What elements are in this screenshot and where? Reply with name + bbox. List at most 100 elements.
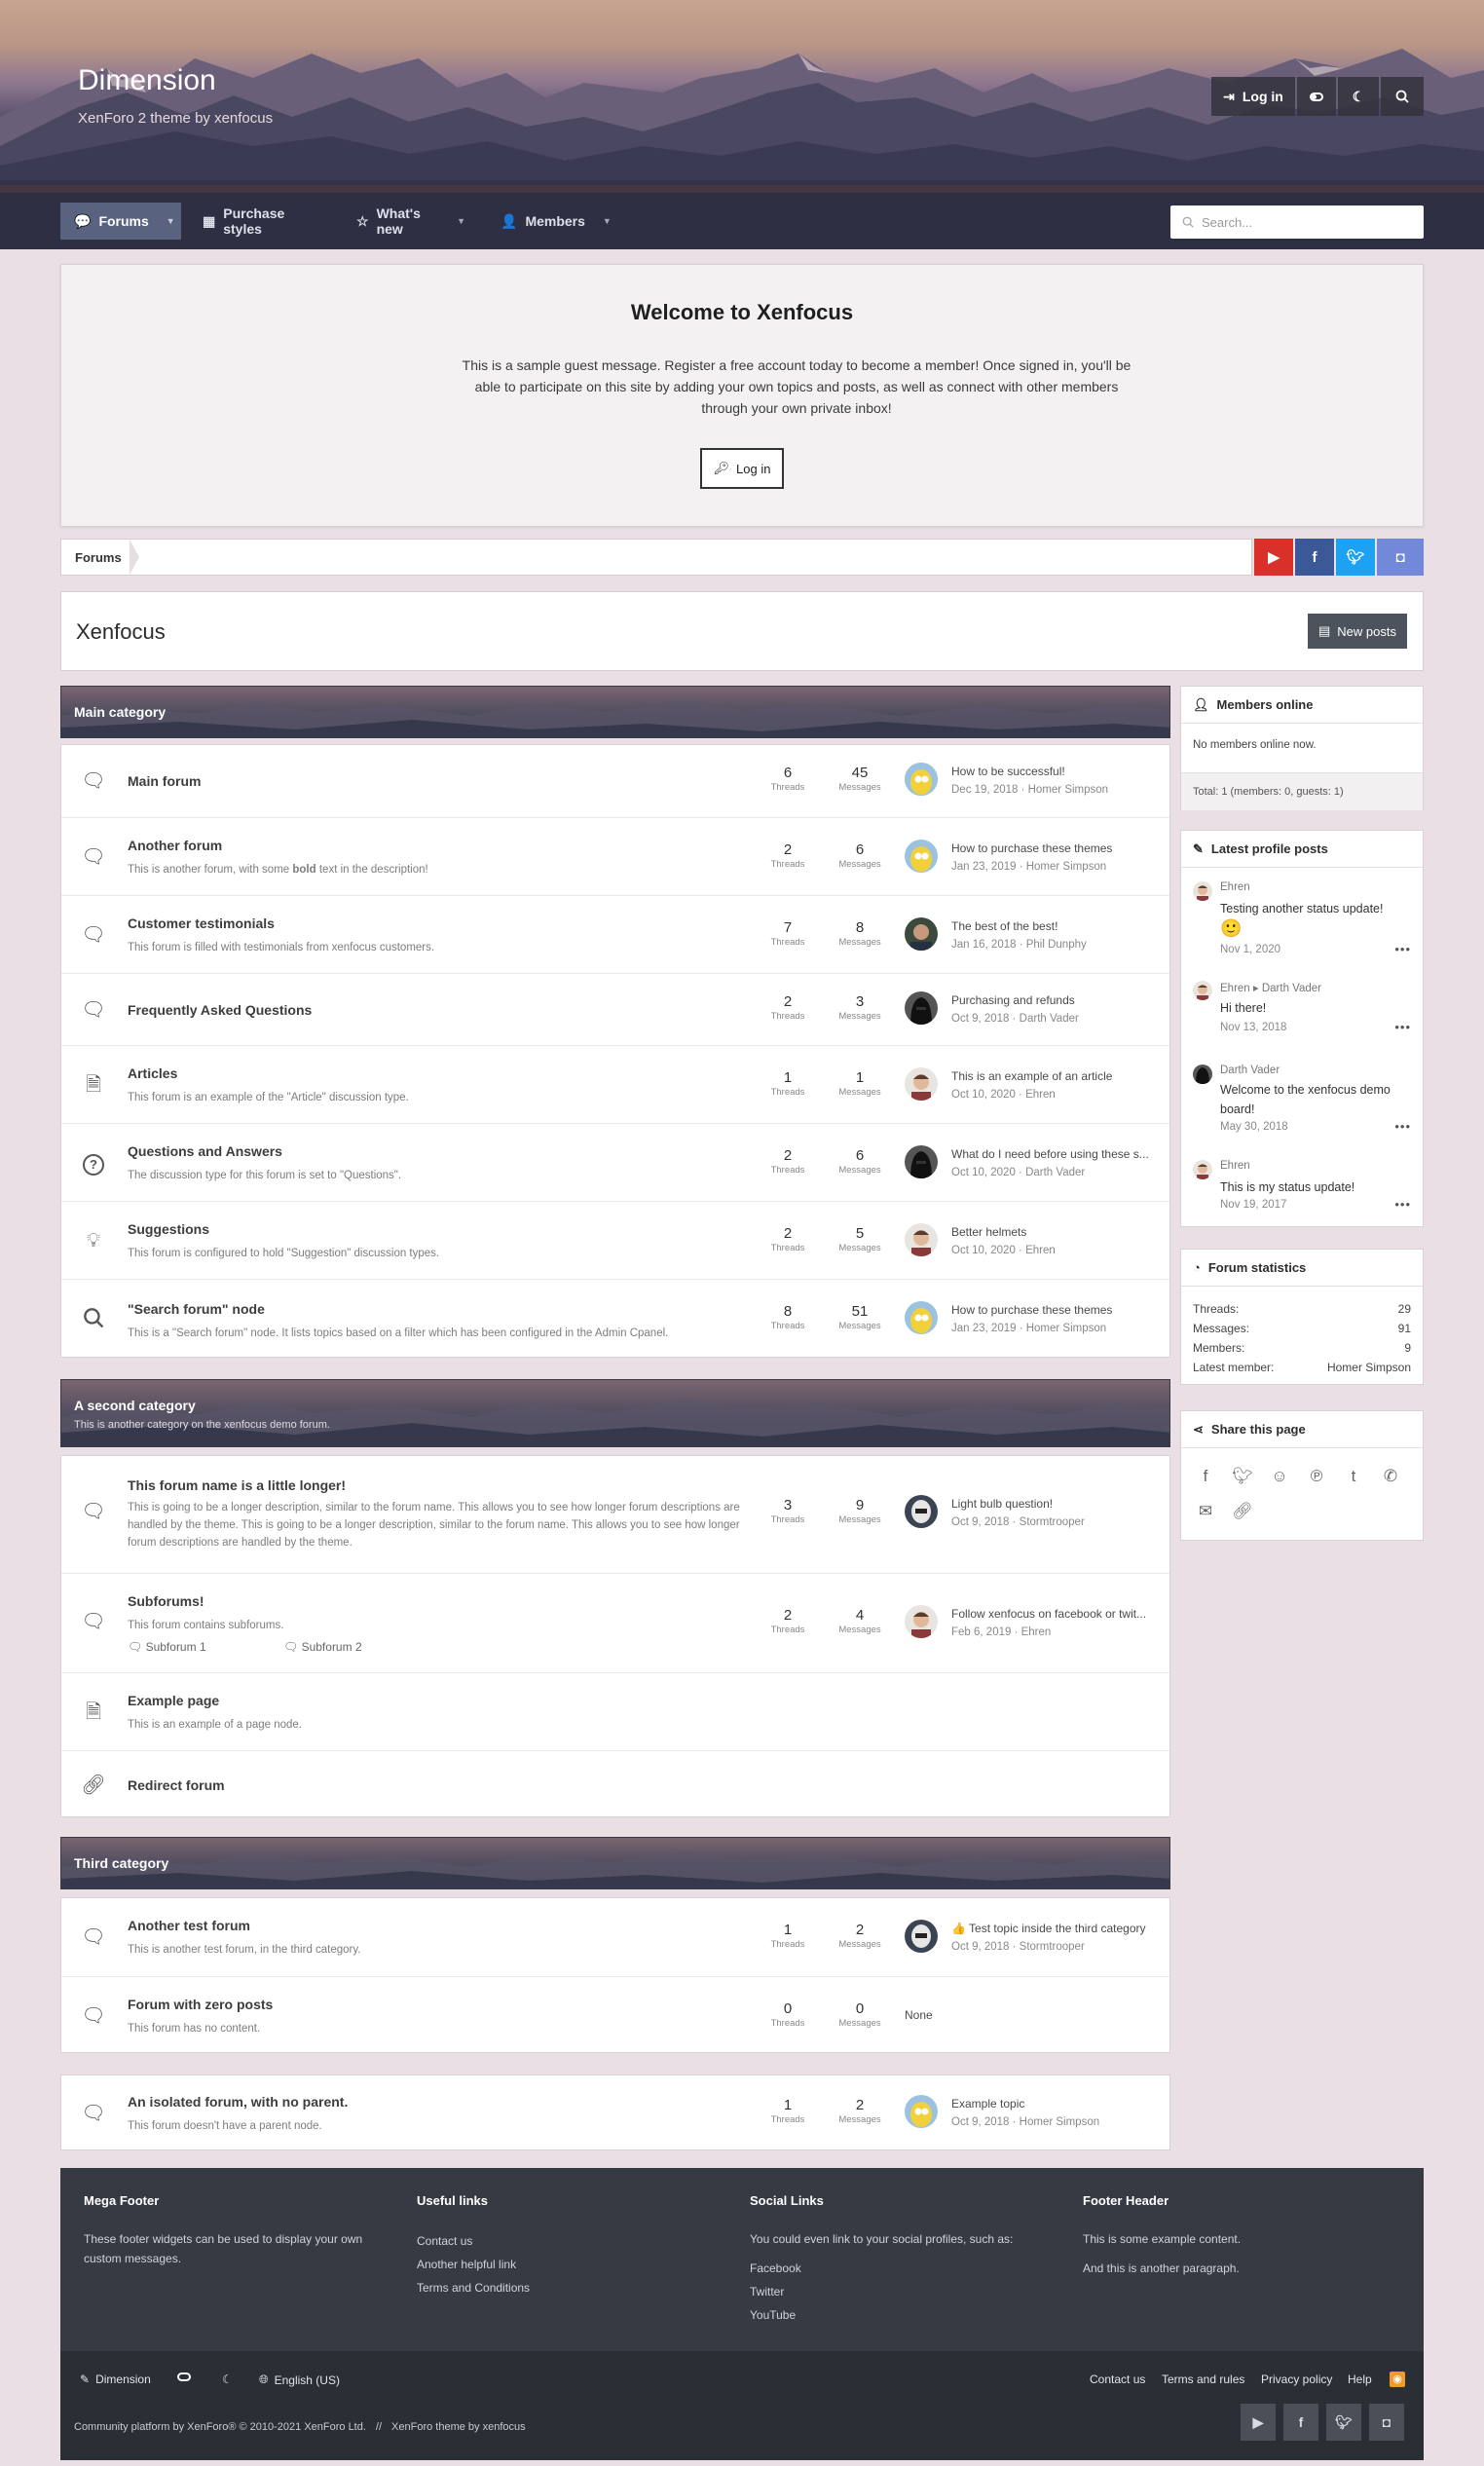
avatar[interactable] xyxy=(1193,1160,1212,1179)
avatar[interactable] xyxy=(905,1920,938,1953)
style-chooser[interactable]: ✎ Dimension xyxy=(80,2373,151,2386)
last-post-title[interactable]: What do I need before using these s... xyxy=(951,1147,1161,1161)
last-post-title[interactable]: Light bulb question! xyxy=(951,1497,1161,1511)
node-isolated-forum[interactable]: 🗨︎ An isolated forum, with no parent. Th… xyxy=(61,2075,1169,2151)
avatar[interactable] xyxy=(905,1605,938,1638)
footer-link[interactable]: Terms and Conditions xyxy=(417,2276,728,2299)
profile-post-author[interactable]: Ehren xyxy=(1220,1160,1250,1172)
last-post-meta[interactable]: Oct 9, 2018 · Darth Vader xyxy=(951,1013,1079,1025)
tab-purchase-styles[interactable]: ▦ Purchase styles xyxy=(189,203,335,240)
footer-link[interactable]: Contact us xyxy=(417,2229,728,2253)
more-options-icon[interactable]: ••• xyxy=(1394,1020,1411,1034)
footer-youtube-button[interactable]: ▶ xyxy=(1241,2404,1276,2441)
last-post-meta[interactable]: Oct 9, 2018 · Stormtrooper xyxy=(951,1941,1085,1953)
widget-title[interactable]: Members online xyxy=(1217,697,1314,712)
node-title[interactable]: Another forum xyxy=(128,838,222,853)
node-title[interactable]: Questions and Answers xyxy=(128,1143,282,1159)
node-zero-posts[interactable]: 🗨︎ Forum with zero posts This forum has … xyxy=(61,1976,1169,2054)
node-main-forum[interactable]: 🗨︎ Main forum 6 Threads 45 Messages How to… xyxy=(61,745,1169,817)
last-post-title[interactable]: How to purchase these themes xyxy=(951,1303,1161,1317)
avatar[interactable] xyxy=(1193,1065,1212,1084)
avatar[interactable] xyxy=(905,2095,938,2128)
facebook-button[interactable]: f xyxy=(1295,539,1334,576)
dark-mode-button[interactable]: ☾ xyxy=(1338,77,1379,116)
avatar[interactable] xyxy=(1193,981,1212,1000)
last-post-meta[interactable]: Oct 10, 2020 · Ehren xyxy=(951,1089,1056,1101)
category-header-second[interactable]: A second category This is another catego… xyxy=(60,1379,1170,1447)
node-title[interactable]: Redirect forum xyxy=(128,1777,225,1793)
avatar[interactable] xyxy=(905,1495,938,1528)
footer-dark-mode-button[interactable]: ☾ xyxy=(222,2373,233,2386)
breadcrumb-forums[interactable]: Forums xyxy=(75,550,122,565)
profile-post-date[interactable]: Nov 13, 2018 xyxy=(1220,1022,1286,1033)
node-longer-name[interactable]: 🗨︎ This forum name is a little longer! T… xyxy=(61,1456,1169,1573)
chevron-down-icon[interactable]: ▼ xyxy=(603,216,612,226)
avatar[interactable] xyxy=(905,1067,938,1101)
node-questions-and-answers[interactable]: ? Questions and Answers The discussion t… xyxy=(61,1123,1169,1201)
last-post-title[interactable]: 👍 Test topic inside the third category xyxy=(951,1922,1161,1935)
node-title[interactable]: Example page xyxy=(128,1693,219,1708)
node-title[interactable]: Another test forum xyxy=(128,1918,250,1933)
node-title[interactable]: Frequently Asked Questions xyxy=(128,1002,312,1018)
avatar[interactable] xyxy=(905,1145,938,1178)
category-header-third[interactable]: Third category xyxy=(60,1837,1170,1889)
footer-toggle-button[interactable] xyxy=(177,2373,191,2381)
footer-discord-button[interactable]: ◘ xyxy=(1369,2404,1404,2441)
avatar[interactable] xyxy=(905,763,938,796)
node-articles[interactable]: 🗎 Articles This forum is an example of t… xyxy=(61,1045,1169,1123)
category-title[interactable]: Main category xyxy=(74,704,166,720)
node-search-forum[interactable]: "Search forum" node This is a "Search fo… xyxy=(61,1279,1169,1359)
category-title[interactable]: Third category xyxy=(74,1855,168,1871)
tab-whats-new[interactable]: ☆ What's new ▼ xyxy=(343,203,479,240)
more-options-icon[interactable]: ••• xyxy=(1394,1119,1411,1134)
avatar[interactable] xyxy=(905,917,938,951)
avatar[interactable] xyxy=(905,1223,938,1256)
subforum-link-1[interactable]: 🗨︎ Subforum 1 xyxy=(128,1640,206,1654)
footer-link-help[interactable]: Help xyxy=(1348,2373,1372,2386)
discord-button[interactable]: ◘ xyxy=(1377,539,1424,576)
last-post-meta[interactable]: Oct 9, 2018 · Homer Simpson xyxy=(951,2116,1099,2128)
last-post-meta[interactable]: Jan 16, 2018 · Phil Dunphy xyxy=(951,939,1087,951)
more-options-icon[interactable]: ••• xyxy=(1394,942,1411,956)
last-post-meta[interactable]: Jan 23, 2019 · Homer Simpson xyxy=(951,861,1106,873)
last-post-meta[interactable]: Oct 10, 2020 · Darth Vader xyxy=(951,1167,1085,1178)
style-toggle-button[interactable] xyxy=(1297,77,1336,116)
language-chooser[interactable]: 🌐︎ English (US) xyxy=(259,2373,340,2387)
profile-post-author[interactable]: Ehren ▸ Darth Vader xyxy=(1220,981,1321,994)
node-faq[interactable]: 🗨︎ Frequently Asked Questions 2 Threads 3… xyxy=(61,973,1169,1045)
rss-icon[interactable]: ◉ xyxy=(1390,2372,1405,2387)
twitter-button[interactable]: 🐦︎ xyxy=(1336,539,1375,576)
copyright-text[interactable]: Community platform by XenForo® © 2010-20… xyxy=(74,2421,366,2433)
node-title[interactable]: "Search forum" node xyxy=(128,1301,265,1317)
node-title[interactable]: Main forum xyxy=(128,773,201,789)
last-post-title[interactable]: This is an example of an article xyxy=(951,1069,1161,1083)
search-input[interactable]: Search... xyxy=(1170,206,1424,239)
node-redirect-forum[interactable]: 🔗︎ Redirect forum xyxy=(61,1750,1169,1818)
widget-title[interactable]: Latest profile posts xyxy=(1211,841,1328,856)
chevron-down-icon[interactable]: ▼ xyxy=(167,216,175,226)
footer-link-privacy[interactable]: Privacy policy xyxy=(1261,2373,1332,2386)
node-example-page[interactable]: 🗎 Example page This is an example of a p… xyxy=(61,1672,1169,1750)
last-post-title[interactable]: Purchasing and refunds xyxy=(951,993,1161,1007)
tab-forums[interactable]: 💬 Forums ▼ xyxy=(60,203,181,240)
node-title[interactable]: Subforums! xyxy=(128,1593,204,1609)
node-title[interactable]: Customer testimonials xyxy=(128,915,275,931)
youtube-button[interactable]: ▶ xyxy=(1254,539,1293,576)
node-title[interactable]: An isolated forum, with no parent. xyxy=(128,2094,348,2110)
node-customer-testimonials[interactable]: 🗨︎ Customer testimonials This forum is f… xyxy=(61,895,1169,973)
node-title[interactable]: Forum with zero posts xyxy=(128,1997,273,2012)
link-icon[interactable]: 🔗︎ xyxy=(1232,1501,1253,1522)
reddit-icon[interactable]: ☺ xyxy=(1269,1466,1290,1487)
welcome-login-button[interactable]: 🔑︎ Log in xyxy=(700,448,784,489)
avatar[interactable] xyxy=(905,991,938,1025)
footer-link[interactable]: YouTube xyxy=(750,2303,1061,2327)
footer-twitter-button[interactable]: 🐦︎ xyxy=(1326,2404,1361,2441)
footer-link[interactable]: Another helpful link xyxy=(417,2253,728,2276)
footer-link-terms[interactable]: Terms and rules xyxy=(1162,2373,1244,2386)
last-post-meta[interactable]: Feb 6, 2019 · Ehren xyxy=(951,1626,1051,1638)
stat-value[interactable]: Homer Simpson xyxy=(1327,1361,1411,1374)
avatar[interactable] xyxy=(905,1301,938,1334)
last-post-title[interactable]: Better helmets xyxy=(951,1225,1161,1239)
profile-post-date[interactable]: Nov 1, 2020 xyxy=(1220,944,1280,955)
category-header-main[interactable]: Main category xyxy=(60,686,1170,738)
